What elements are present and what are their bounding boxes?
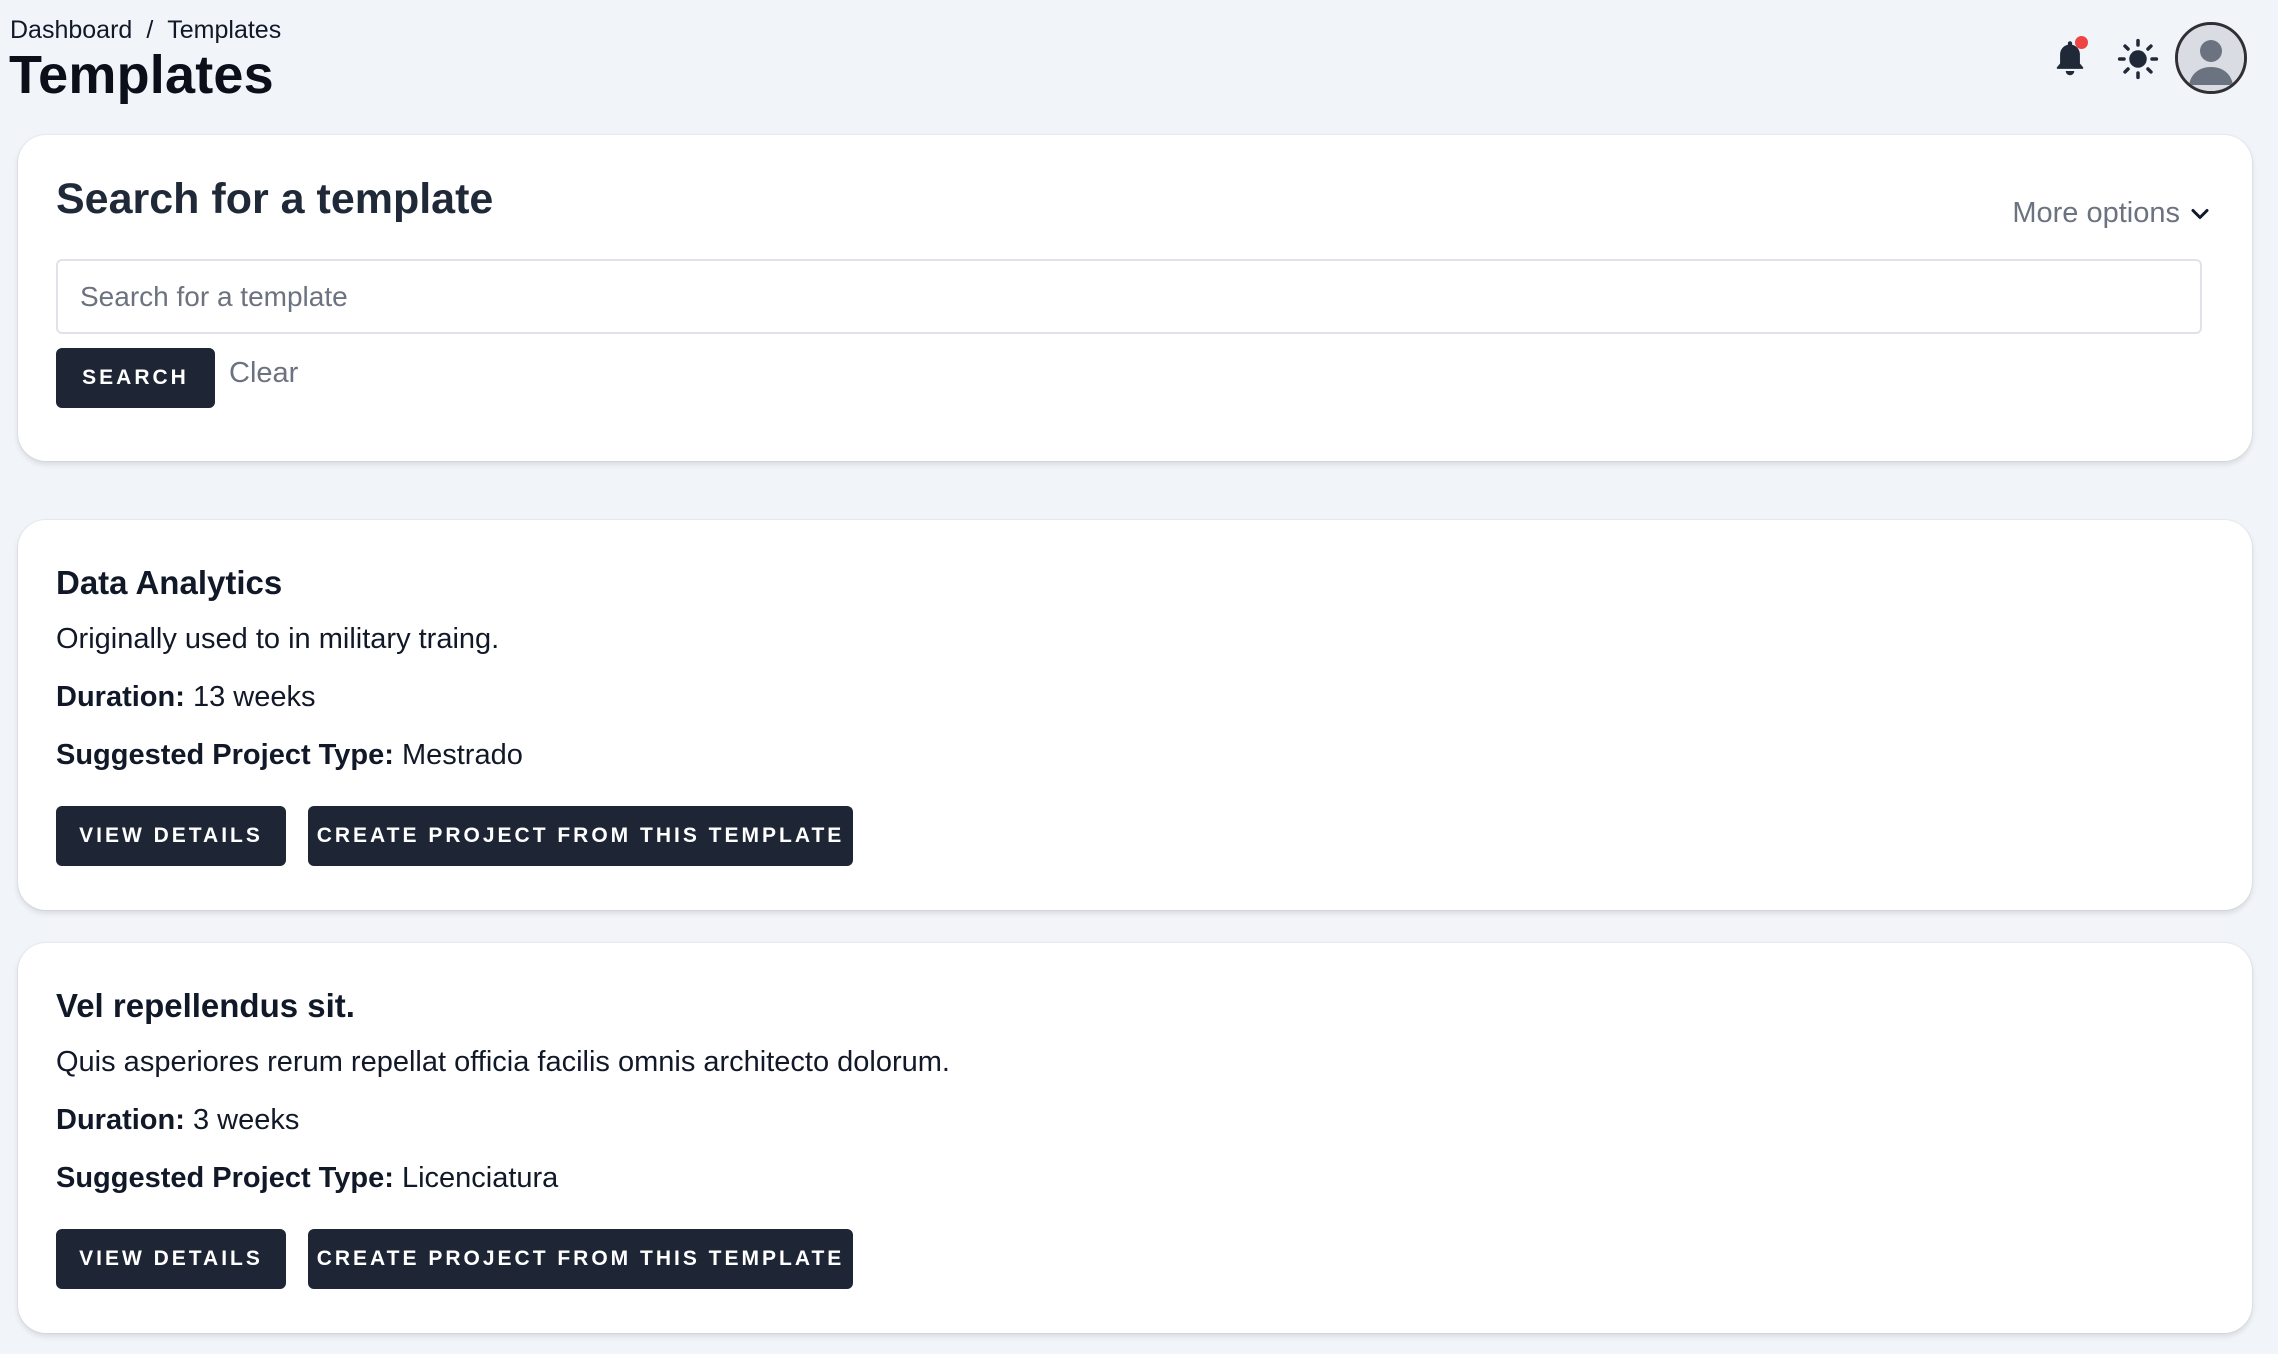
duration-label: Duration:: [56, 1104, 185, 1136]
user-avatar-icon: [2178, 25, 2244, 91]
view-details-button[interactable]: VIEW DETAILS: [56, 1229, 286, 1289]
project-type-value: Mestrado: [401, 739, 523, 771]
sun-icon: [2117, 38, 2159, 80]
user-avatar[interactable]: [2175, 22, 2247, 94]
search-input[interactable]: [56, 259, 2202, 334]
template-duration: Duration: 3 weeks: [56, 1104, 299, 1137]
duration-label: Duration:: [56, 681, 185, 713]
more-options-toggle[interactable]: More options: [2012, 197, 2212, 230]
project-type-value: Licenciatura: [401, 1162, 559, 1194]
page-title: Templates: [9, 45, 274, 105]
breadcrumb-item-templates: Templates: [167, 16, 282, 44]
theme-toggle-button[interactable]: [2106, 30, 2170, 88]
project-type-label: Suggested Project Type:: [56, 739, 394, 771]
template-duration: Duration: 13 weeks: [56, 681, 315, 714]
notifications-button[interactable]: [2038, 34, 2102, 84]
more-options-label: More options: [2012, 197, 2180, 229]
breadcrumb: Dashboard / Templates: [10, 16, 281, 45]
clear-button[interactable]: Clear: [229, 357, 298, 390]
template-project-type: Suggested Project Type: Licenciatura: [56, 1162, 558, 1195]
create-project-button[interactable]: CREATE PROJECT FROM THIS TEMPLATE: [308, 1229, 853, 1289]
template-description: Quis asperiores rerum repellat officia f…: [56, 1046, 950, 1078]
chevron-down-icon: [2191, 208, 2209, 219]
template-card: Vel repellendus sit. Quis asperiores rer…: [18, 943, 2252, 1333]
duration-value: 3 weeks: [192, 1104, 300, 1136]
view-details-button[interactable]: VIEW DETAILS: [56, 806, 286, 866]
template-project-type: Suggested Project Type: Mestrado: [56, 739, 523, 772]
notification-dot: [2075, 36, 2088, 49]
search-title: Search for a template: [56, 175, 494, 223]
breadcrumb-separator: /: [146, 16, 154, 44]
template-name: Data Analytics: [56, 564, 283, 601]
template-description: Originally used to in military traing.: [56, 623, 500, 655]
duration-value: 13 weeks: [192, 681, 316, 713]
template-name: Vel repellendus sit.: [56, 987, 355, 1024]
search-card: Search for a template More options SEARC…: [18, 135, 2252, 461]
project-type-label: Suggested Project Type:: [56, 1162, 394, 1194]
breadcrumb-item-dashboard[interactable]: Dashboard: [10, 16, 132, 45]
create-project-button[interactable]: CREATE PROJECT FROM THIS TEMPLATE: [308, 806, 853, 866]
search-button[interactable]: SEARCH: [56, 348, 215, 408]
template-card: Data Analytics Originally used to in mil…: [18, 520, 2252, 910]
page-header: Dashboard / Templates Templates: [0, 0, 2278, 120]
